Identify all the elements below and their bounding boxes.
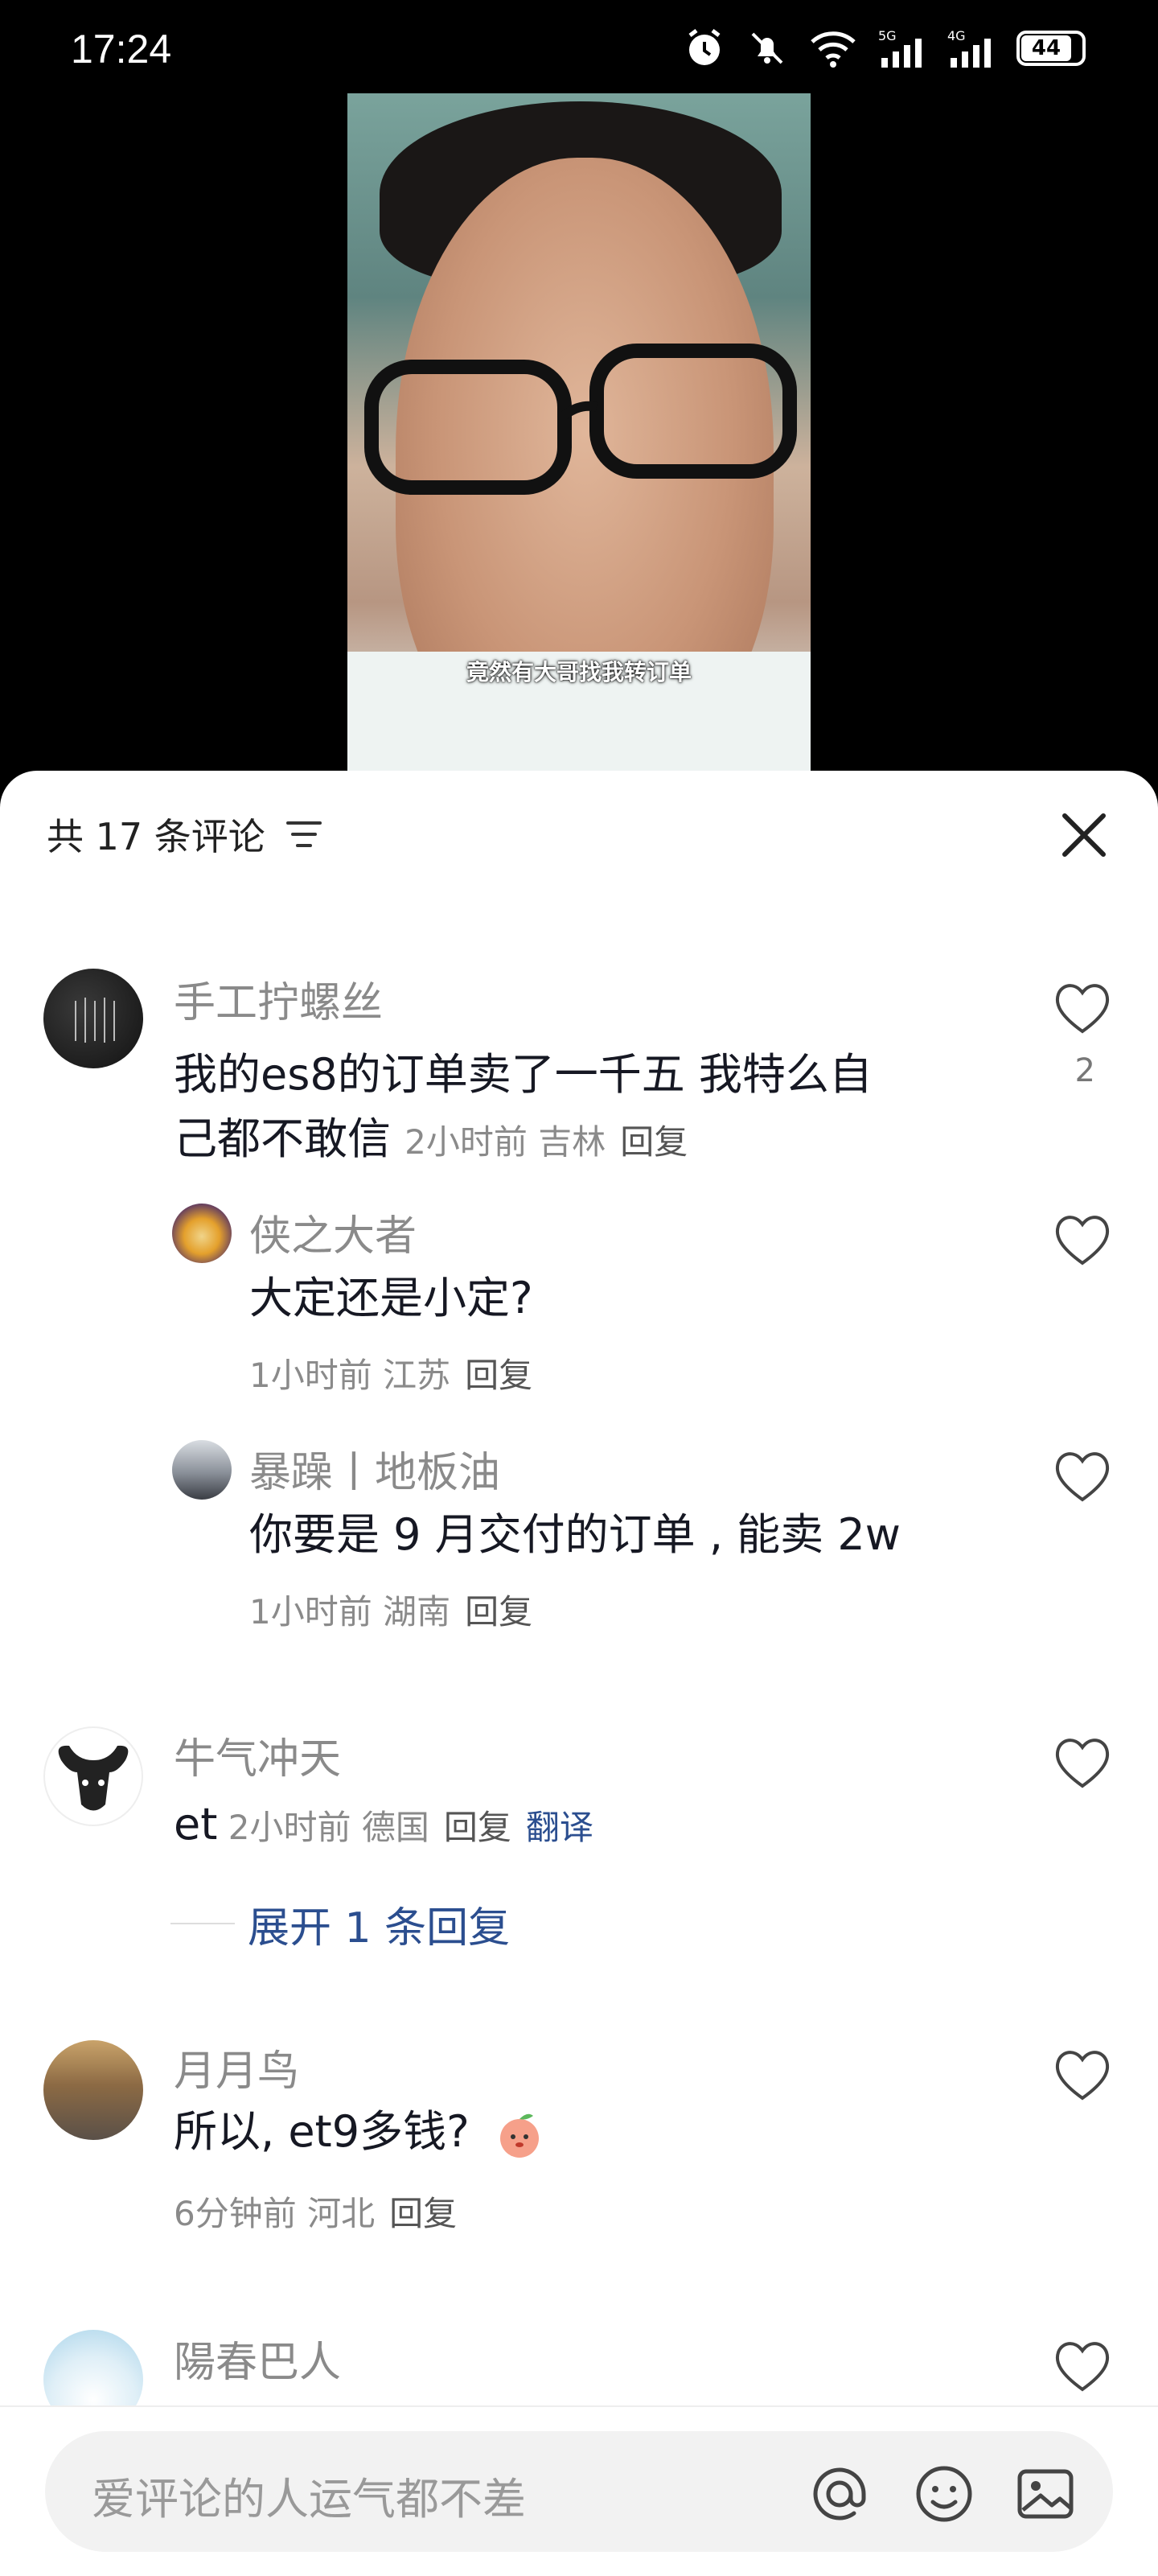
comments-header: 共 17 条评论 <box>47 808 323 861</box>
translate-button[interactable]: 翻译 <box>526 1808 593 1847</box>
signal-4g-icon: 4G <box>947 28 991 68</box>
video-frame-glasses <box>364 344 797 495</box>
comments-count-title: 共 17 条评论 <box>47 815 265 858</box>
emoji-icon[interactable] <box>912 2462 976 2526</box>
comment-username[interactable]: 陽春巴人 <box>174 2328 341 2389</box>
sort-filter-icon[interactable] <box>285 818 323 850</box>
comment-username[interactable]: 手工拧螺丝 <box>174 969 383 1029</box>
comment-meta: 6分钟前 河北 回复 <box>174 2194 458 2233</box>
reply-button[interactable]: 回复 <box>465 1356 532 1395</box>
wifi-icon <box>811 31 856 68</box>
comment-input[interactable]: 爱评论的人运气都不差 <box>45 2431 1113 2552</box>
mention-icon[interactable] <box>807 2462 872 2526</box>
comment-username[interactable]: 侠之大者 <box>249 1202 417 1262</box>
comment-meta: 1小时前 江苏 回复 <box>249 1356 533 1395</box>
like-count: 2 <box>1074 1052 1095 1089</box>
signal-5g-icon: 5G <box>878 28 922 68</box>
comment-text: 所以, et9多钱? <box>174 2100 548 2164</box>
like-heart-icon[interactable] <box>1052 980 1113 1036</box>
reply-button[interactable]: 回复 <box>444 1808 511 1847</box>
image-picker-icon[interactable] <box>1013 2462 1078 2526</box>
comment-input-bar: 爱评论的人运气都不差 <box>0 2405 1158 2576</box>
reply-button[interactable]: 回复 <box>389 2194 457 2233</box>
like-heart-icon[interactable] <box>1052 2338 1113 2394</box>
comment-meta: 1小时前 湖南 回复 <box>249 1592 533 1632</box>
like-heart-icon[interactable] <box>1052 2047 1113 2103</box>
avatar[interactable] <box>172 1204 232 1263</box>
close-icon[interactable] <box>1050 801 1118 869</box>
clock: 17:24 <box>71 27 172 72</box>
reply-button[interactable]: 回复 <box>465 1592 532 1632</box>
peach-emoji-icon <box>499 2114 539 2158</box>
comment-sheet: 共 17 条评论 手工拧螺丝 我的es8的订单卖了一千五 我特么自 己都不敢信 … <box>0 771 1158 2574</box>
comment-meta: et 2小时前 德国 回复 翻译 <box>174 1799 593 1850</box>
comment-meta: 2小时前 吉林 回复 <box>404 1122 688 1162</box>
comment-username[interactable]: 月月鸟 <box>174 2037 299 2097</box>
avatar[interactable] <box>43 1726 143 1826</box>
video-subtitle: 竟然有大哥找我转订单 <box>466 659 692 685</box>
comment-username[interactable]: 暴躁丨地板油 <box>249 1438 500 1499</box>
status-icons: 5G 4G 44 <box>684 27 1086 69</box>
svg-text:4G: 4G <box>947 28 966 43</box>
comment-text: et <box>174 1799 218 1850</box>
battery-icon: 44 <box>1016 31 1086 66</box>
expand-replies-button[interactable]: 展开 1 条回复 <box>248 1894 510 1954</box>
avatar[interactable] <box>43 2040 143 2140</box>
expand-divider <box>170 1923 235 1924</box>
like-heart-icon[interactable] <box>1052 1448 1113 1504</box>
reply-button[interactable]: 回复 <box>620 1122 688 1162</box>
svg-text:5G: 5G <box>878 28 897 43</box>
alarm-icon <box>688 29 721 65</box>
comment-username[interactable]: 牛气冲天 <box>174 1725 341 1785</box>
comment-text: 我的es8的订单卖了一千五 我特么自 己都不敢信 2小时前 吉林 回复 <box>174 1049 873 1164</box>
avatar[interactable] <box>43 969 143 1068</box>
status-bar: 17:24 5G 4G 44 <box>0 0 1158 97</box>
like-heart-icon[interactable] <box>1052 1212 1113 1268</box>
comment-text: 你要是 9 月交付的订单 , 能卖 2w <box>249 1509 901 1560</box>
video-player[interactable]: 竟然有大哥找我转订单 <box>347 93 811 772</box>
comment-input-placeholder: 爱评论的人运气都不差 <box>92 2474 526 2525</box>
avatar[interactable] <box>172 1440 232 1500</box>
like-heart-icon[interactable] <box>1052 1734 1113 1791</box>
mute-bell-icon <box>751 32 783 64</box>
comment-text: 大定还是小定? <box>249 1273 533 1323</box>
